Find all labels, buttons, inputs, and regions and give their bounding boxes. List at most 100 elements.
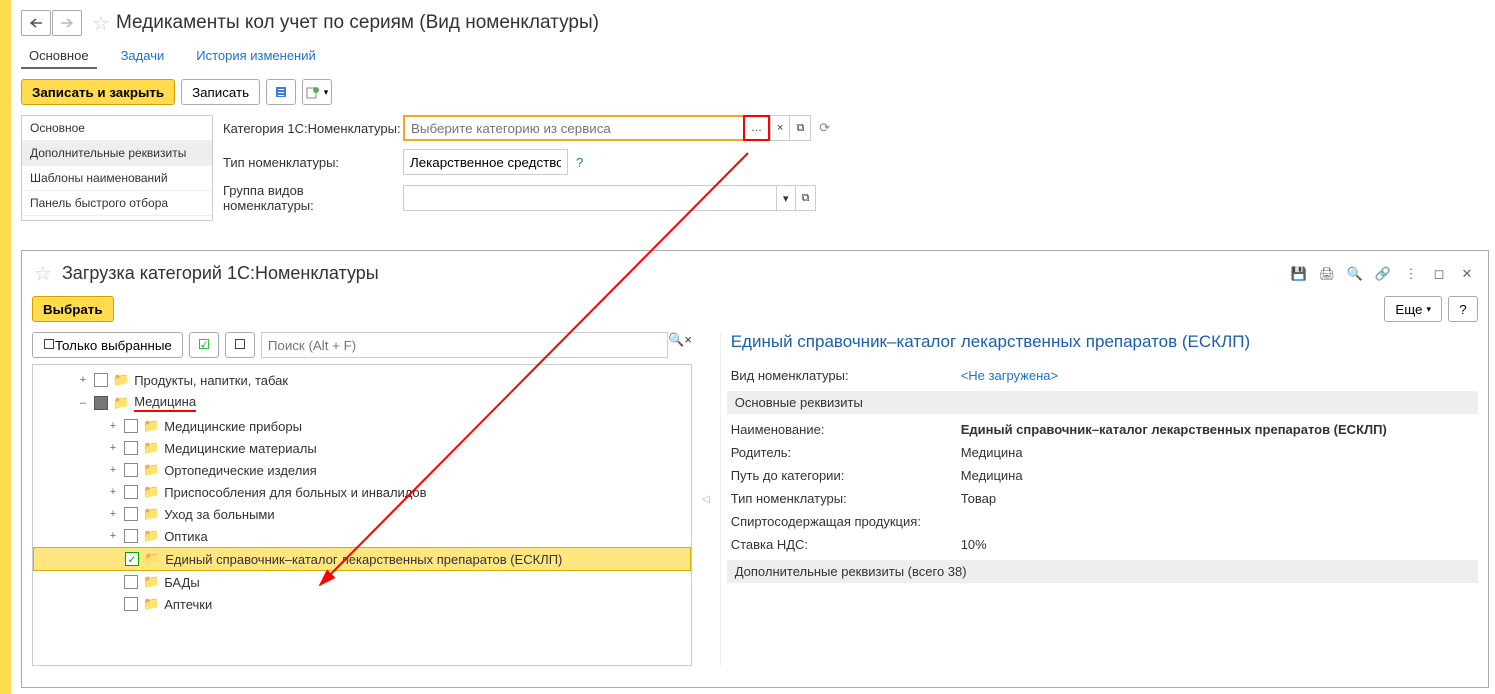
nav-back-button[interactable] [21, 10, 51, 36]
uncheck-all-button[interactable]: ☐ [225, 332, 255, 358]
group-input[interactable] [403, 185, 776, 211]
section-extra-props: Дополнительные реквизиты (всего 38) [727, 560, 1478, 583]
folder-icon: 📁 [143, 418, 159, 434]
sidebar-item-filter-panel[interactable]: Панель быстрого отбора [22, 191, 212, 216]
search-clear-button[interactable]: × [684, 332, 692, 358]
details-panel: Единый справочник–каталог лекарственных … [720, 332, 1478, 666]
folder-icon: 📁 [143, 462, 159, 478]
expander-icon[interactable]: + [107, 530, 119, 542]
print-icon[interactable]: 🖨 [1316, 263, 1338, 285]
create-from-button[interactable]: ▾ [302, 79, 332, 105]
tree-row[interactable]: 📁 Аптечки [33, 593, 691, 615]
tab-tasks[interactable]: Задачи [113, 44, 173, 69]
checkbox[interactable]: ✓ [125, 552, 139, 566]
more-vertical-icon[interactable]: ⋮ [1400, 263, 1422, 285]
folder-icon: 📁 [143, 596, 159, 612]
group-label: Группа видовноменклатуры: [223, 183, 403, 213]
checkbox[interactable] [124, 529, 138, 543]
category-select-button[interactable]: … [743, 115, 770, 141]
type-help-icon[interactable]: ? [576, 155, 583, 170]
check-all-button[interactable]: ☑ [189, 332, 219, 358]
folder-icon: 📁 [143, 574, 159, 590]
folder-icon: 📁 [143, 440, 159, 456]
folder-icon: 📁 [143, 484, 159, 500]
tree-label: Оптика [164, 529, 208, 544]
checkbox[interactable] [124, 463, 138, 477]
tab-main[interactable]: Основное [21, 44, 97, 69]
checkbox[interactable] [124, 597, 138, 611]
expander-icon[interactable]: + [77, 374, 89, 386]
nav-forward-button[interactable] [52, 10, 82, 36]
category-clear-button[interactable]: × [770, 115, 790, 141]
expander-icon[interactable]: + [107, 420, 119, 432]
category-open-button[interactable]: ⧉ [790, 115, 811, 141]
expander-icon[interactable]: + [107, 442, 119, 454]
tree-row[interactable]: ✓📁Единый справочник–каталог лекарственны… [33, 547, 691, 571]
checkbox[interactable] [94, 373, 108, 387]
tree-row[interactable]: + 📁 Медицинские приборы [33, 415, 691, 437]
group-open-button[interactable]: ⧉ [796, 185, 817, 211]
sidebar-item-templates[interactable]: Шаблоны наименований [22, 166, 212, 191]
folder-icon: 📁 [143, 506, 159, 522]
tree-row[interactable]: –📁Медицина [33, 391, 691, 415]
maximize-icon[interactable]: ◻ [1428, 263, 1450, 285]
more-button[interactable]: Еще ▾ [1384, 296, 1442, 322]
checkbox[interactable] [124, 441, 138, 455]
expander-icon[interactable]: + [107, 508, 119, 520]
tree-label: Единый справочник–каталог лекарственных … [165, 552, 562, 567]
type-input[interactable] [403, 149, 568, 175]
tree-label: Уход за больными [164, 507, 274, 522]
checkbox[interactable] [94, 396, 108, 410]
checkbox[interactable] [124, 419, 138, 433]
sidebar-item-main[interactable]: Основное [22, 116, 212, 141]
only-selected-button[interactable]: ☐ Только выбранные [32, 332, 183, 358]
select-button[interactable]: Выбрать [32, 296, 114, 322]
refresh-icon[interactable]: ⟳ [819, 120, 830, 136]
close-icon[interactable]: ✕ [1456, 263, 1478, 285]
group-dropdown-button[interactable]: ▾ [776, 185, 796, 211]
category-input[interactable] [403, 115, 743, 141]
modal-title: Загрузка категорий 1С:Номенклатуры [62, 263, 379, 284]
expander-icon[interactable]: – [77, 397, 89, 409]
section-main-props: Основные реквизиты [727, 391, 1478, 414]
tree-label: БАДы [164, 575, 200, 590]
tree-label: Аптечки [164, 597, 212, 612]
tree-label: Ортопедические изделия [164, 463, 316, 478]
tree-label: Медицинские приборы [164, 419, 302, 434]
details-title: Единый справочник–каталог лекарственных … [731, 332, 1478, 352]
checkbox[interactable] [124, 575, 138, 589]
expander-icon[interactable]: + [107, 464, 119, 476]
details-kind-value[interactable]: <Не загружена> [961, 368, 1058, 383]
help-button[interactable]: ? [1448, 296, 1478, 322]
page-title: Медикаменты кол учет по сериям (Вид номе… [116, 12, 599, 34]
tree-label: Медицинские материалы [164, 441, 317, 456]
collapse-handle-icon[interactable]: ◁ [702, 494, 710, 505]
expander-icon[interactable]: + [107, 486, 119, 498]
tree-row[interactable]: +📁Продукты, напитки, табак [33, 369, 691, 391]
checkbox[interactable] [124, 485, 138, 499]
sidebar-item-extra[interactable]: Дополнительные реквизиты [22, 141, 212, 166]
save-and-close-button[interactable]: Записать и закрыть [21, 79, 175, 105]
tree-label: Медицина [134, 394, 196, 412]
save-icon[interactable]: 💾 [1288, 263, 1310, 285]
tree-row[interactable]: + 📁 Уход за больными [33, 503, 691, 525]
modal-favorite-star-icon[interactable]: ☆ [34, 261, 52, 286]
checkbox[interactable] [124, 507, 138, 521]
preview-icon[interactable]: 🔍 [1344, 263, 1366, 285]
tree-label: Продукты, напитки, табак [134, 373, 288, 388]
tree-row[interactable]: + 📁 Медицинские материалы [33, 437, 691, 459]
tree-row[interactable]: + 📁 Оптика [33, 525, 691, 547]
search-icon[interactable]: 🔍 [668, 332, 684, 358]
folder-icon: 📁 [143, 528, 159, 544]
tree-search-input[interactable] [261, 332, 668, 358]
save-button[interactable]: Записать [181, 79, 260, 105]
tree-row[interactable]: + 📁 Ортопедические изделия [33, 459, 691, 481]
tree-row[interactable]: +📁Приспособления для больных и инвалидов [33, 481, 691, 503]
tab-history[interactable]: История изменений [188, 44, 324, 69]
favorite-star-icon[interactable]: ☆ [92, 11, 110, 36]
type-label: Тип номенклатуры: [223, 155, 403, 170]
tree-row[interactable]: 📁 БАДы [33, 571, 691, 593]
link-icon[interactable]: 🔗 [1372, 263, 1394, 285]
details-kind-label: Вид номенклатуры: [731, 368, 961, 383]
list-icon-button[interactable] [266, 79, 296, 105]
